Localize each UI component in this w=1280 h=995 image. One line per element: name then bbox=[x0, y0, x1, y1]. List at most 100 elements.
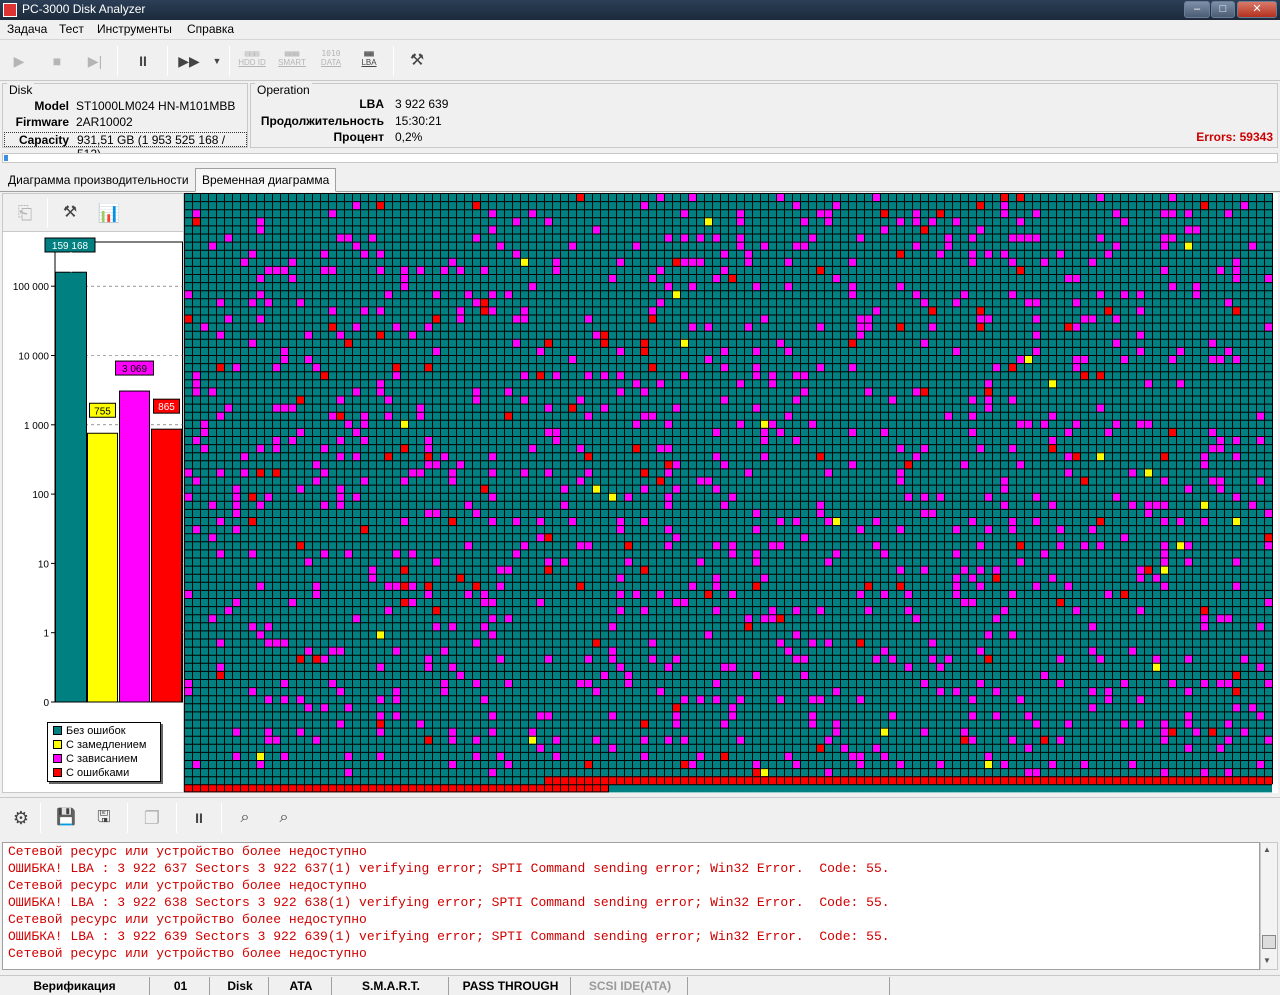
data-label-2: 3 069 bbox=[122, 364, 147, 375]
maximize-button[interactable]: □ bbox=[1211, 1, 1235, 18]
legend-label-hang: С зависанием bbox=[66, 753, 138, 765]
find-next-icon[interactable]: ⌕ bbox=[272, 804, 296, 832]
firmware-label: Firmware bbox=[15, 115, 69, 129]
model-value: ST1000LM024 HN-M101MBB bbox=[76, 99, 236, 113]
legend-item-error: С ошибками bbox=[53, 767, 129, 781]
menu-tools[interactable]: Инструменты bbox=[97, 22, 172, 36]
progress-fill bbox=[4, 155, 8, 161]
menu-help[interactable]: Справка bbox=[187, 22, 234, 36]
find-icon[interactable]: ⌕ bbox=[233, 804, 257, 832]
log-line: Сетевой ресурс или устройство более недо… bbox=[8, 912, 367, 927]
bar-3 bbox=[151, 428, 182, 703]
disk-info-group: Disk Model ST1000LM024 HN-M101MBB Firmwa… bbox=[2, 83, 248, 161]
hdd-id-icon[interactable]: ▤▤▤ HDD ID bbox=[235, 47, 269, 75]
menu-test[interactable]: Тест bbox=[59, 22, 84, 36]
status-port: 01 bbox=[152, 977, 210, 995]
smart-icon[interactable]: ▦▦▦ SMART bbox=[275, 47, 309, 75]
data-label-1: 755 bbox=[94, 406, 111, 417]
legend-item-hang: С зависанием bbox=[53, 753, 138, 767]
chart-toolbar: ⎗ ⚒ 📊 bbox=[3, 194, 183, 232]
dropdown-arrow-icon[interactable]: ▼ bbox=[210, 47, 224, 75]
status-pass-through: PASS THROUGH bbox=[451, 977, 571, 995]
minimize-button[interactable]: – bbox=[1184, 1, 1210, 18]
status-disk: Disk bbox=[212, 977, 269, 995]
log-line: Сетевой ресурс или устройство более недо… bbox=[8, 844, 367, 859]
log-toolbar: ⚙ 💾 🖫 ❐ II ⌕ ⌕ bbox=[0, 797, 1280, 839]
capacity-row[interactable]: Capacity 931,51 GB (1 953 525 168 / 512) bbox=[4, 132, 247, 161]
lba-field-label: LBA bbox=[359, 97, 384, 111]
disk-group-title: Disk bbox=[7, 83, 35, 97]
pause-icon[interactable]: II bbox=[132, 47, 154, 75]
scroll-up-icon[interactable]: ▲ bbox=[1263, 845, 1271, 854]
fast-forward-icon[interactable]: ▶▶ bbox=[177, 47, 201, 75]
bar-1 bbox=[87, 432, 118, 703]
save-as-icon[interactable]: 🖫 bbox=[92, 804, 116, 832]
operation-group: Operation LBA 3 922 639 Продолжительност… bbox=[250, 83, 1278, 148]
lba-label: LBA bbox=[361, 58, 377, 67]
legend-label-error: С ошибками bbox=[66, 767, 130, 779]
log-pause-icon[interactable]: II bbox=[188, 804, 210, 832]
data-icon[interactable]: 1010 DATA bbox=[314, 47, 348, 75]
chart-legend: Без ошибок С замедлением С зависанием С … bbox=[47, 722, 161, 782]
y-tick-label: 0 bbox=[43, 698, 49, 709]
log-scrollbar[interactable]: ▲ ▼ bbox=[1260, 842, 1278, 970]
y-tick-label: 100 bbox=[32, 490, 49, 501]
y-tick-label: 1 bbox=[43, 629, 49, 640]
y-tick-label: 10 000 bbox=[18, 352, 49, 363]
chart-tools-icon[interactable]: ⚒ bbox=[58, 199, 82, 227]
copy-icon[interactable]: ❐ bbox=[140, 804, 164, 832]
export-icon[interactable]: ⎗ bbox=[11, 199, 39, 227]
percent-value: 0,2% bbox=[395, 130, 423, 144]
log-line: Сетевой ресурс или устройство более недо… bbox=[8, 946, 367, 961]
settings-icon[interactable]: ⚙ bbox=[8, 804, 34, 832]
menu-bar: Задача Тест Инструменты Справка bbox=[0, 20, 1280, 40]
status-bar: Верификация 01 Disk ATA S.M.A.R.T. PASS … bbox=[0, 975, 1280, 995]
bar-0 bbox=[55, 271, 87, 703]
model-label: Model bbox=[34, 99, 69, 113]
data-label-3: 865 bbox=[158, 402, 175, 413]
scroll-thumb[interactable] bbox=[1262, 935, 1276, 949]
time-map-grid bbox=[184, 193, 1273, 793]
legend-label-ok: Без ошибок bbox=[66, 725, 126, 737]
status-empty bbox=[690, 977, 890, 995]
chart-type-icon[interactable]: 📊 bbox=[97, 199, 121, 227]
status-mode: Верификация bbox=[0, 977, 150, 995]
skip-icon[interactable]: ▶| bbox=[84, 47, 106, 75]
status-smart: S.M.A.R.T. bbox=[334, 977, 449, 995]
app-icon bbox=[3, 3, 17, 17]
firmware-value: 2AR10002 bbox=[76, 115, 133, 129]
y-tick-label: 100 000 bbox=[13, 282, 50, 293]
errors-count: Errors: 59343 bbox=[1196, 130, 1273, 144]
data-label: DATA bbox=[320, 58, 342, 67]
close-button[interactable]: ✕ bbox=[1237, 1, 1277, 18]
log-line: ОШИБКА! LBA : 3 922 637 Sectors 3 922 63… bbox=[8, 861, 890, 876]
tools-icon[interactable]: ⚒ bbox=[405, 47, 429, 75]
scroll-down-icon[interactable]: ▼ bbox=[1263, 956, 1271, 965]
legend-item-ok: Без ошибок bbox=[53, 725, 126, 739]
lba-value: 3 922 639 bbox=[395, 97, 449, 111]
tab-strip: Диаграмма производительности Временная д… bbox=[0, 168, 1280, 192]
stop-icon[interactable]: ■ bbox=[46, 47, 68, 75]
log-output[interactable]: Сетевой ресурс или устройство более недо… bbox=[2, 842, 1260, 970]
main-toolbar: ▶ ■ ▶| II ▶▶ ▼ ▤▤▤ HDD ID ▦▦▦ SMART 1010 DA… bbox=[0, 41, 1280, 81]
data-label-0: 159 168 bbox=[52, 241, 89, 252]
tab-performance-chart[interactable]: Диаграмма производительности bbox=[2, 169, 195, 191]
log-line: Сетевой ресурс или устройство более недо… bbox=[8, 878, 367, 893]
capacity-label: Capacity bbox=[18, 133, 69, 147]
status-scsi-ide: SCSI IDE(ATA) bbox=[573, 977, 688, 995]
duration-label: Продолжительность bbox=[260, 114, 384, 128]
bar-chart: 100 00010 0001 0001001010159 1687553 069… bbox=[13, 237, 183, 709]
tab-time-chart[interactable]: Временная диаграмма bbox=[195, 168, 337, 192]
y-tick-label: 1 000 bbox=[24, 421, 49, 432]
log-line: ОШИБКА! LBA : 3 922 638 Sectors 3 922 63… bbox=[8, 895, 890, 910]
duration-value: 15:30:21 bbox=[395, 114, 442, 128]
percent-label: Процент bbox=[333, 130, 384, 144]
y-tick-label: 10 bbox=[38, 559, 50, 570]
menu-task[interactable]: Задача bbox=[7, 22, 47, 36]
progress-bar bbox=[2, 153, 1278, 163]
bar-2 bbox=[119, 390, 150, 703]
lba-icon[interactable]: ▦▦ LBA bbox=[355, 47, 383, 75]
play-icon[interactable]: ▶ bbox=[8, 47, 30, 75]
hdd-id-label: HDD ID bbox=[238, 58, 266, 67]
save-icon[interactable]: 💾 bbox=[54, 804, 78, 832]
